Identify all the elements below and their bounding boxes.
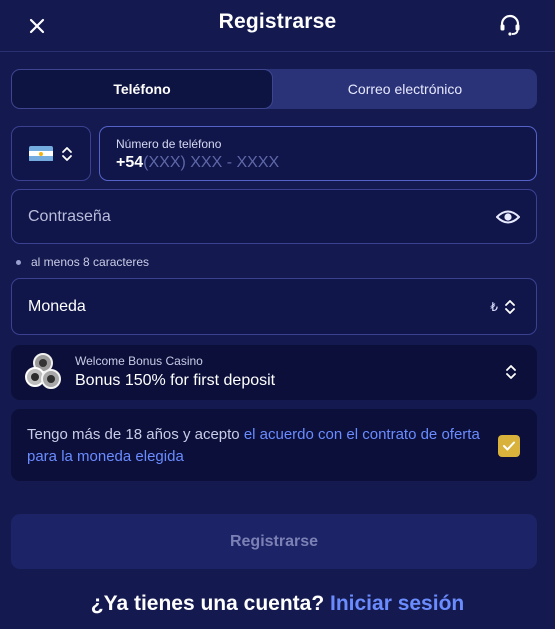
eye-icon — [495, 210, 521, 224]
bonus-title: Welcome Bonus Casino — [75, 354, 203, 368]
phone-prefix: +54 — [116, 154, 144, 171]
terms-statement: Tengo más de 18 años y acepto — [27, 426, 244, 443]
headset-icon — [500, 14, 520, 36]
phone-input[interactable]: +54(XXX) XXX - XXXX — [116, 154, 279, 172]
login-prompt: ¿Ya tienes una cuenta? Iniciar sesión — [0, 592, 555, 616]
terms-agreement: Tengo más de 18 años y acepto el acuerdo… — [11, 409, 537, 481]
password-hint: al menos 8 caracteres — [16, 255, 149, 269]
casino-chips-icon — [25, 353, 61, 389]
chevron-up-down-icon — [62, 146, 72, 161]
country-code-select[interactable] — [11, 126, 91, 181]
register-button[interactable]: Registrarse — [11, 514, 537, 569]
bonus-select[interactable]: Welcome Bonus Casino Bonus 150% for firs… — [11, 345, 537, 400]
tab-email[interactable]: Correo electrónico — [273, 69, 537, 109]
tab-phone[interactable]: Teléfono — [11, 69, 273, 109]
terms-checkbox[interactable] — [498, 435, 520, 457]
chevron-up-down-icon — [505, 300, 515, 314]
chevron-up-down-icon — [506, 365, 516, 379]
currency-symbol: ₺ — [490, 300, 498, 314]
bonus-description: Bonus 150% for first deposit — [75, 372, 276, 389]
currency-value: ₺ — [490, 298, 516, 316]
phone-field[interactable]: Número de teléfono +54(XXX) XXX - XXXX — [99, 126, 537, 181]
login-link[interactable]: Iniciar sesión — [330, 592, 464, 615]
currency-select[interactable]: Moneda ₺ — [11, 278, 537, 335]
currency-label: Moneda — [28, 298, 86, 315]
support-button[interactable] — [495, 10, 525, 40]
bullet-icon — [16, 259, 21, 265]
argentina-flag-icon — [29, 145, 53, 162]
phone-placeholder: (XXX) XXX - XXXX — [143, 154, 280, 171]
checkmark-icon — [503, 441, 515, 451]
page-title: Registrarse — [218, 10, 337, 33]
password-field[interactable]: Contraseña — [11, 189, 537, 244]
password-hint-text: al menos 8 caracteres — [31, 255, 150, 269]
registration-method-tabs: Teléfono Correo electrónico — [11, 69, 537, 109]
terms-text: Tengo más de 18 años y acepto el acuerdo… — [27, 424, 487, 468]
header: Registrarse — [0, 0, 555, 52]
show-password-button[interactable] — [495, 207, 521, 227]
login-question: ¿Ya tienes una cuenta? — [90, 592, 330, 615]
phone-label: Número de teléfono — [116, 137, 222, 151]
password-placeholder: Contraseña — [28, 208, 111, 225]
